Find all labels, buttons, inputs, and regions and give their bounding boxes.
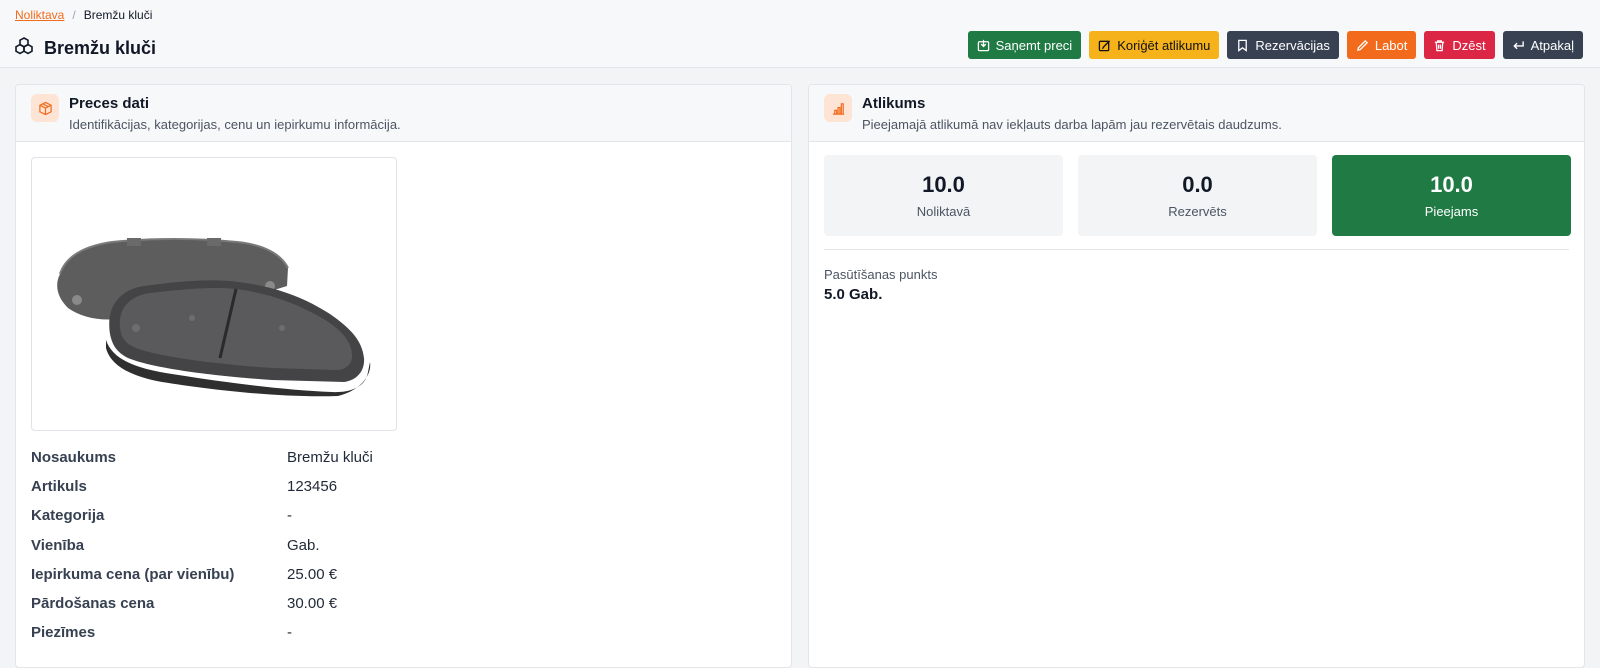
reservations-label: Rezervācijas xyxy=(1255,37,1330,53)
field-row-category: Kategorija - xyxy=(31,501,771,530)
pencil-icon xyxy=(1356,39,1368,51)
field-row-notes: Piezīmes - xyxy=(31,618,771,647)
stock-stats: 10.0 Noliktavā 0.0 Rezervēts 10.0 Pieeja… xyxy=(824,155,1571,236)
stock-card-title: Atlikums xyxy=(862,95,926,112)
stat-value: 0.0 xyxy=(1182,172,1213,197)
bar-chart-icon xyxy=(824,94,852,122)
title-row: Bremžu kluči xyxy=(14,36,156,61)
stat-label: Pieejams xyxy=(1424,204,1479,219)
field-label: Artikuls xyxy=(31,478,87,496)
box-icon xyxy=(31,94,59,122)
field-value: 25.00 € xyxy=(287,565,338,583)
product-card-title: Preces dati xyxy=(69,95,150,112)
breadcrumb-link-warehouse[interactable]: Noliktava xyxy=(15,8,64,22)
adjust-stock-button[interactable]: Koriģēt atlikumu xyxy=(1089,31,1220,59)
field-row-sku: Artikuls 123456 xyxy=(31,472,771,501)
reorder-point-value: 5.0 Gab. xyxy=(824,286,883,303)
bookmark-icon xyxy=(1238,39,1248,52)
field-value: 30.00 € xyxy=(287,595,338,613)
product-card-header: Preces dati Identifikācijas, kategorijas… xyxy=(16,85,791,142)
stat-value: 10.0 xyxy=(922,172,965,197)
product-image xyxy=(31,157,397,431)
delete-label: Dzēst xyxy=(1452,37,1486,53)
field-label: Nosaukums xyxy=(31,449,117,467)
back-label: Atpakaļ xyxy=(1530,37,1574,53)
edit-label: Labot xyxy=(1374,37,1408,53)
stat-value: 10.0 xyxy=(1430,172,1473,197)
field-row-unit: Vienība Gab. xyxy=(31,531,771,560)
page-header: Noliktava / Bremžu kluči Bremžu kluči Sa… xyxy=(0,0,1600,68)
field-row-purchase-price: Iepirkuma cena (par vienību) 25.00 € xyxy=(31,560,771,589)
brake-pads-image xyxy=(57,238,371,397)
stat-available: 10.0 Pieejams xyxy=(1332,155,1571,236)
stat-label: Rezervēts xyxy=(1168,204,1227,219)
delete-button[interactable]: Dzēst xyxy=(1424,31,1495,59)
back-button[interactable]: Atpakaļ xyxy=(1502,31,1583,59)
stat-in-stock: 10.0 Noliktavā xyxy=(824,155,1063,236)
trash-icon xyxy=(1435,39,1445,51)
field-label: Piezīmes xyxy=(31,624,96,642)
stat-label: Noliktavā xyxy=(916,204,971,219)
field-label: Iepirkuma cena (par vienību) xyxy=(31,565,235,583)
cubes-icon xyxy=(14,36,34,61)
edit-square-icon xyxy=(1098,39,1111,51)
product-fields: Nosaukums Bremžu kluči Artikuls 123456 K… xyxy=(31,443,771,647)
field-label: Pārdošanas cena xyxy=(31,595,155,613)
reorder-point-label: Pasūtīšanas punkts xyxy=(824,267,938,282)
edit-button[interactable]: Labot xyxy=(1346,31,1417,59)
field-label: Vienība xyxy=(31,536,85,554)
stat-reserved: 0.0 Rezervēts xyxy=(1078,155,1317,236)
divider xyxy=(824,249,1569,250)
field-row-name: Nosaukums Bremžu kluči xyxy=(31,443,771,472)
stock-card: Atlikums Pieejamajā atlikumā nav iekļaut… xyxy=(808,84,1585,668)
breadcrumb-current: Bremžu kluči xyxy=(83,8,153,22)
field-value: 123456 xyxy=(287,478,338,496)
field-value: - xyxy=(287,624,292,642)
receive-goods-button[interactable]: Saņemt preci xyxy=(967,31,1082,59)
field-label: Kategorija xyxy=(31,507,105,525)
adjust-stock-label: Koriģēt atlikumu xyxy=(1117,37,1211,53)
receive-goods-label: Saņemt preci xyxy=(995,37,1073,53)
stock-card-subtitle: Pieejamajā atlikumā nav iekļauts darba l… xyxy=(862,117,1282,132)
breadcrumb: Noliktava / Bremžu kluči xyxy=(15,8,152,22)
download-icon xyxy=(977,39,989,51)
product-details-card: Preces dati Identifikācijas, kategorijas… xyxy=(15,84,792,668)
stock-card-header: Atlikums Pieejamajā atlikumā nav iekļaut… xyxy=(809,85,1584,142)
return-arrow-icon xyxy=(1512,40,1524,49)
product-card-subtitle: Identifikācijas, kategorijas, cenu un ie… xyxy=(69,117,401,132)
field-value: Bremžu kluči xyxy=(287,449,373,467)
breadcrumb-separator: / xyxy=(72,8,76,22)
page-title: Bremžu kluči xyxy=(44,38,157,58)
reservations-button[interactable]: Rezervācijas xyxy=(1227,31,1339,59)
action-toolbar: Saņemt preci Koriģēt atlikumu Rezervācij… xyxy=(967,31,1583,59)
field-value: Gab. xyxy=(287,536,320,554)
field-row-sale-price: Pārdošanas cena 30.00 € xyxy=(31,589,771,618)
field-value: - xyxy=(287,507,292,525)
